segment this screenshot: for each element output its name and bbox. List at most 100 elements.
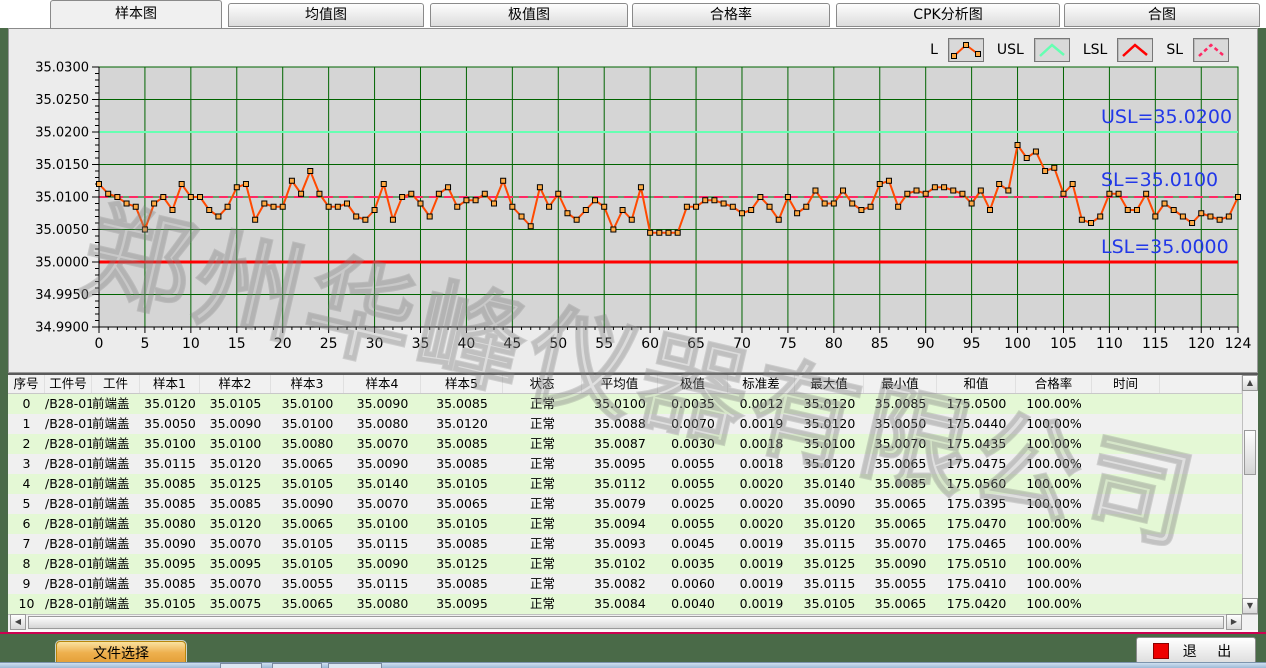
horizontal-scroll-thumb[interactable] [28,616,1224,629]
table-cell: 35.0115 [795,574,864,594]
table-cell: 正常 [503,434,582,454]
data-point-marker [859,208,864,213]
table-cell: 35.0105 [421,514,503,534]
column-header[interactable]: 最小值 [864,375,937,393]
table-row[interactable]: 9/B28-01前端盖35.008535.007035.005535.01153… [8,574,1258,594]
data-point-marker [436,191,441,196]
column-header[interactable]: 和值 [937,375,1016,393]
scroll-up-icon[interactable]: ▲ [1242,375,1258,391]
x-tick-label: 80 [825,336,843,352]
table-cell: /B28-01 [45,494,92,514]
table-cell: 35.0085 [421,454,503,474]
tab-2[interactable]: 均值图 [228,3,424,27]
table-cell: 正常 [503,574,582,594]
column-header[interactable]: 工件 [92,375,140,393]
data-point-marker [161,195,166,200]
column-header[interactable]: 极值 [658,375,728,393]
separator-line [0,632,1266,634]
scroll-down-icon[interactable]: ▼ [1242,598,1258,614]
column-header[interactable]: 样本1 [140,375,200,393]
table-cell: 35.0080 [271,434,344,454]
data-point-marker [703,198,708,203]
table-cell: 175.0510 [937,554,1016,574]
column-header[interactable]: 状态 [503,375,582,393]
table-row[interactable]: 7/B28-01前端盖35.009035.007035.010535.01153… [8,534,1258,554]
tab-3[interactable]: 极值图 [430,3,628,27]
table-cell [1092,574,1160,594]
table-cell: 35.0105 [140,594,200,614]
table-cell: 35.0100 [200,434,271,454]
column-header[interactable]: 最大值 [795,375,864,393]
taskbar-button[interactable] [220,663,262,668]
table-cell: 35.0115 [344,574,421,594]
y-tick-label: 34.9900 [35,321,89,336]
table-row[interactable]: 10/B28-01前端盖35.010535.007535.006535.0080… [8,594,1258,614]
table-row[interactable]: 4/B28-01前端盖35.008535.012535.010535.01403… [8,474,1258,494]
vertical-scrollbar[interactable]: ▲ ▼ [1242,375,1258,614]
column-header[interactable]: 样本3 [271,375,344,393]
table-cell [1092,494,1160,514]
column-header[interactable]: 样本2 [200,375,271,393]
data-point-marker [730,204,735,209]
table-cell: 前端盖 [92,494,140,514]
data-point-marker [831,201,836,206]
table-row[interactable]: 0/B28-01前端盖35.012035.010535.010035.00903… [8,394,1258,414]
chart-legend: LUSLLSLSL [930,37,1229,63]
sl-line-icon [1193,38,1229,62]
lsl-line-icon [1117,38,1153,62]
data-point-marker [1199,211,1204,216]
tab-5[interactable]: CPK分析图 [836,3,1060,27]
data-point-marker [115,195,120,200]
scroll-left-icon[interactable]: ◀ [10,614,26,630]
data-point-marker [767,204,772,209]
data-point-marker [721,201,726,206]
column-header[interactable]: 时间 [1092,375,1160,393]
table-row[interactable]: 2/B28-01前端盖35.010035.010035.008035.00703… [8,434,1258,454]
table-cell: 35.0105 [271,554,344,574]
tab-6[interactable]: 合图 [1064,3,1260,27]
taskbar-button[interactable] [328,663,382,668]
table-cell: 35.0112 [582,474,658,494]
x-tick-label: 50 [549,336,567,352]
table-cell [1092,454,1160,474]
column-header[interactable]: 样本5 [421,375,503,393]
data-point-marker [1024,156,1029,161]
column-header[interactable]: 序号 [8,375,45,393]
data-point-marker [1208,214,1213,219]
table-cell: 175.0410 [937,574,1016,594]
table-cell: 6 [8,514,45,534]
scroll-right-icon[interactable]: ▶ [1226,614,1242,630]
data-point-marker [886,178,891,183]
table-row[interactable]: 3/B28-01前端盖35.011535.012035.006535.00903… [8,454,1258,474]
data-point-marker [308,169,313,174]
data-point-marker [896,204,901,209]
table-cell: 35.0090 [200,414,271,434]
column-header[interactable]: 合格率 [1016,375,1092,393]
data-point-marker [418,201,423,206]
column-header-empty[interactable] [1160,375,1242,393]
table-row[interactable]: 1/B28-01前端盖35.005035.009035.010035.00803… [8,414,1258,434]
table-row[interactable]: 8/B28-01前端盖35.009535.009535.010535.00903… [8,554,1258,574]
data-point-marker [785,195,790,200]
table-cell: 2 [8,434,45,454]
table-cell: 35.0105 [421,474,503,494]
table-cell [1092,554,1160,574]
table-cell: 35.0115 [140,454,200,474]
exit-button[interactable]: 退 出 [1136,637,1256,664]
taskbar-button[interactable] [272,663,322,668]
column-header[interactable]: 样本4 [344,375,421,393]
table-cell: 35.0090 [795,494,864,514]
column-header[interactable]: 工件号 [45,375,92,393]
column-header[interactable]: 标准差 [728,375,795,393]
tab-1[interactable]: 样本图 [50,0,222,28]
tab-4[interactable]: 合格率 [632,3,830,27]
data-point-marker [1144,191,1149,196]
table-cell [1092,514,1160,534]
table-row[interactable]: 6/B28-01前端盖35.008035.012035.006535.01003… [8,514,1258,534]
column-header[interactable]: 平均值 [582,375,658,393]
vertical-scroll-thumb[interactable] [1244,430,1256,475]
data-point-marker [390,217,395,222]
horizontal-scrollbar[interactable]: ◀ ▶ [8,614,1258,630]
table-cell: 35.0070 [200,534,271,554]
table-row[interactable]: 5/B28-01前端盖35.008535.008535.009035.00703… [8,494,1258,514]
